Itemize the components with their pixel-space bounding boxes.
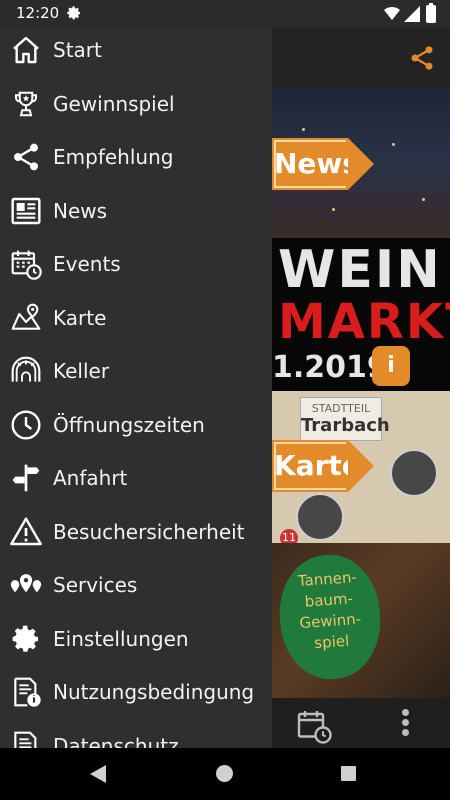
drawer-item-label: Nutzungsbedingung — [53, 680, 255, 704]
town-sign-line1: STADTTEIL — [311, 402, 371, 415]
signal-icon — [404, 6, 420, 22]
document-info-icon — [9, 675, 43, 709]
drawer-item-start[interactable]: Start — [0, 28, 272, 77]
calendar-clock-icon[interactable] — [296, 708, 332, 744]
drawer-item-label: Anfahrt — [53, 466, 128, 490]
drawer-item-label: Karte — [53, 306, 107, 330]
drawer-item-label: Services — [53, 573, 138, 597]
drawer-item-label: Events — [53, 252, 121, 276]
share-icon — [9, 140, 43, 174]
drawer-item-label: News — [53, 199, 108, 223]
system-nav-bar — [0, 748, 450, 800]
map-pin-icon — [9, 301, 43, 335]
weinmarkt-tile[interactable]: WEIN MARKT 1.2019 i — [272, 238, 450, 391]
signpost-icon — [9, 461, 43, 495]
drawer-item-besuchersicherheit[interactable]: Besuchersicherheit — [0, 505, 272, 559]
drawer-item-label: Datenschutz — [53, 734, 179, 748]
home-button-icon[interactable] — [216, 765, 233, 782]
town-sign: STADTTEIL Trarbach — [300, 397, 390, 441]
map-marker-number: 11 — [280, 529, 298, 543]
wifi-icon — [384, 7, 400, 20]
karte-label: Karte — [272, 440, 374, 492]
calendar-clock-icon — [9, 247, 43, 281]
karte-label-text: Karte — [274, 449, 361, 482]
clock-icon — [9, 408, 43, 442]
gewinnspiel-badge: Tannen- baum- Gewinn- spiel — [275, 551, 385, 683]
share-icon[interactable] — [408, 44, 436, 72]
location-pins-icon — [9, 568, 43, 602]
settings-notification-icon — [67, 6, 80, 20]
weinmarkt-year: 1.2019 — [272, 350, 388, 385]
drawer-item-einstellungen[interactable]: Einstellungen — [0, 612, 272, 666]
drawer-item-oeffnungszeiten[interactable]: Öffnungszeiten — [0, 398, 272, 452]
weinmarkt-title-line2: MARKT — [278, 294, 450, 350]
drawer-item-keller[interactable]: Keller — [0, 344, 272, 398]
drawer-item-datenschutz[interactable]: Datenschutz — [0, 719, 272, 748]
drawer-item-nutzungsbedingung[interactable]: Nutzungsbedingung — [0, 665, 272, 719]
drawer-item-label: Besuchersicherheit — [53, 520, 245, 544]
drawer-item-label: Einstellungen — [53, 627, 189, 651]
home-icon — [9, 33, 43, 67]
gate-icon — [296, 493, 344, 541]
drawer-item-karte[interactable]: Karte — [0, 291, 272, 345]
recent-apps-icon[interactable] — [341, 766, 356, 781]
status-time: 12:20 — [16, 4, 60, 22]
trophy-icon — [9, 87, 43, 121]
drawer-item-label: Öffnungszeiten — [53, 413, 205, 437]
document-lock-icon — [9, 729, 43, 748]
drawer-item-anfahrt[interactable]: Anfahrt — [0, 451, 272, 505]
drawer-item-label: Empfehlung — [53, 145, 174, 169]
newspaper-icon — [9, 194, 43, 228]
news-label: News — [272, 138, 374, 190]
battery-icon — [426, 3, 436, 23]
gear-icon — [9, 622, 43, 656]
drawer-item-label: Gewinnspiel — [53, 92, 175, 116]
news-label-text: News — [274, 147, 359, 180]
status-bar: 12:20 — [0, 0, 450, 28]
drawer-item-label: Keller — [53, 359, 110, 383]
drawer-item-empfehlung[interactable]: Empfehlung — [0, 130, 272, 184]
drawer-item-label: Start — [53, 38, 102, 62]
town-sign-line2: Trarbach — [301, 415, 390, 436]
navigation-drawer: Start Gewinnspiel Empfehlung News Events… — [0, 28, 272, 748]
cellar-icon — [9, 354, 43, 388]
weinmarkt-title-line1: WEIN — [278, 240, 442, 300]
drawer-item-news[interactable]: News — [0, 184, 272, 238]
castle-icon — [390, 449, 438, 497]
gewinnspiel-tile[interactable]: Tannen- baum- Gewinn- spiel — [272, 543, 450, 698]
drawer-item-gewinnspiel[interactable]: Gewinnspiel — [0, 77, 272, 131]
back-icon[interactable] — [90, 765, 106, 783]
drawer-item-events[interactable]: Events — [0, 237, 272, 291]
more-options-icon[interactable] — [398, 706, 412, 740]
info-button[interactable]: i — [372, 346, 410, 386]
warning-icon — [9, 515, 43, 549]
drawer-item-services[interactable]: Services — [0, 558, 272, 612]
